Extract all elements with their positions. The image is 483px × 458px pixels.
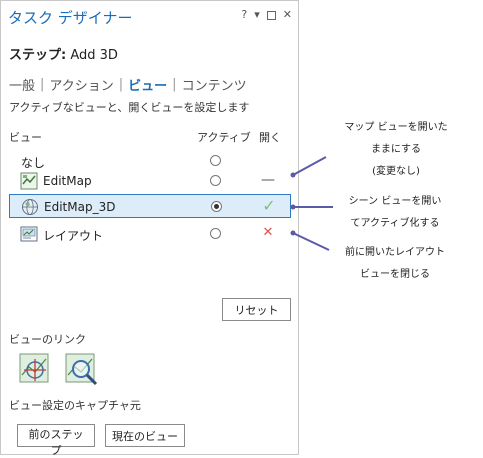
callout-line-keep-open xyxy=(292,156,327,176)
callout-dot xyxy=(290,204,296,210)
annotation-line: てアクティブ化する xyxy=(350,218,440,229)
annotation-line: 前に開いたレイアウト xyxy=(345,247,445,258)
annotation-line: マップ ビューを開いた xyxy=(344,122,448,133)
annotation-line: ままにする xyxy=(370,144,422,155)
callout-dot xyxy=(290,230,296,236)
callout-dot xyxy=(290,172,296,178)
annotation-keep-open: マップ ビューを開いた ままにする (変更なし) xyxy=(326,117,466,183)
annotation-line: (変更なし) xyxy=(372,166,420,177)
callout-line-close-layout xyxy=(292,232,330,251)
annotation-open-activate: シーン ビューを開い てアクティブ化する xyxy=(330,191,460,235)
annotation-line: シーン ビューを開い xyxy=(348,196,442,207)
annotation-line: ビューを閉じる xyxy=(360,269,430,280)
annotation-close-layout: 前に開いたレイアウト ビューを閉じる xyxy=(330,242,460,286)
